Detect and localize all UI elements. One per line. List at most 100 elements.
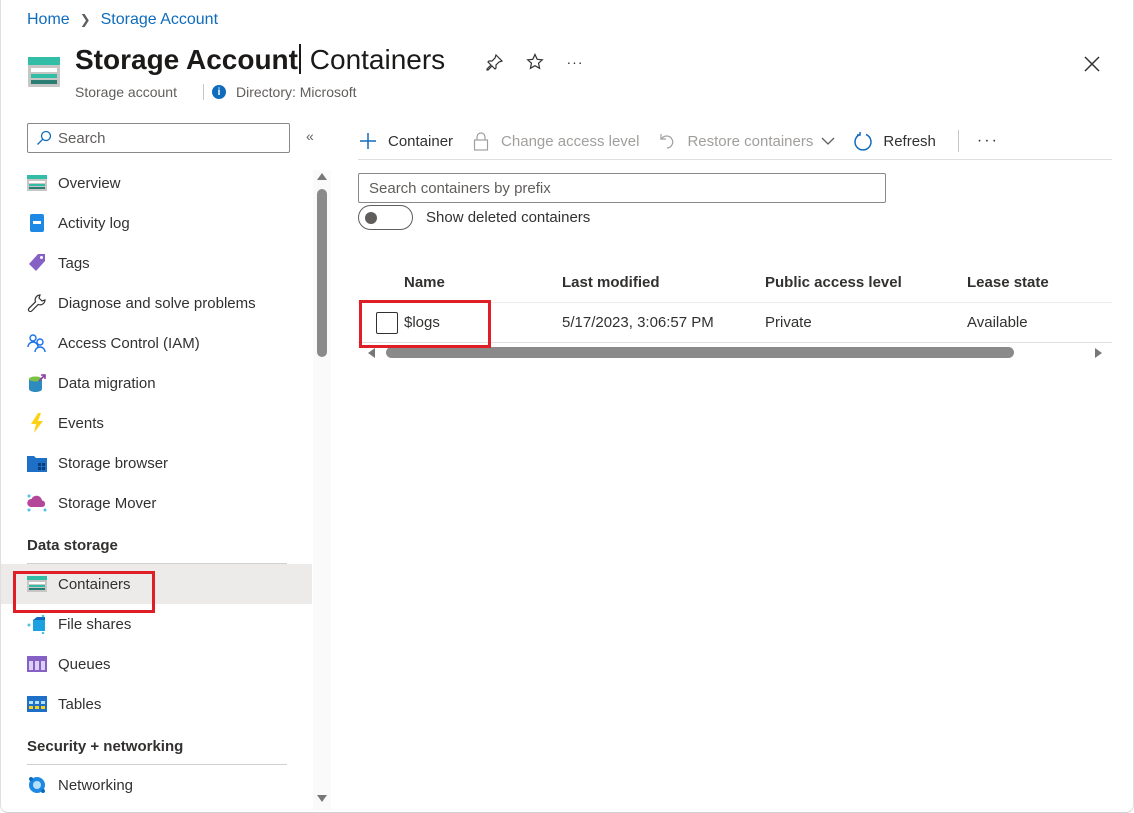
sidebar-item-label: Tags xyxy=(58,254,90,272)
page-title-resource: Storage Account xyxy=(75,44,298,75)
text-cursor xyxy=(299,44,301,74)
last-modified: 5/17/2023, 3:06:57 PM xyxy=(562,314,714,331)
sidebar-search-input[interactable]: Search xyxy=(27,123,290,153)
column-header-name[interactable]: Name xyxy=(404,274,562,291)
storage-account-icon xyxy=(28,57,60,87)
scroll-left-icon[interactable] xyxy=(368,348,375,358)
scroll-up-icon[interactable] xyxy=(317,173,327,180)
directory-label: Directory: Microsoft xyxy=(235,84,357,100)
people-icon xyxy=(27,333,47,353)
restore-containers-button[interactable]: Restore containers xyxy=(657,131,835,151)
column-header-last-modified[interactable]: Last modified xyxy=(562,274,765,291)
lock-icon xyxy=(471,131,491,151)
table-horizontal-scrollbar[interactable] xyxy=(358,345,1112,360)
overview-icon xyxy=(27,173,47,193)
more-commands-icon[interactable]: ··· xyxy=(977,132,999,150)
networking-icon xyxy=(27,775,47,795)
file-shares-icon xyxy=(27,614,47,634)
pin-icon[interactable] xyxy=(485,52,505,72)
toggle-knob xyxy=(365,212,377,224)
page-title: Storage Account Containers xyxy=(75,44,445,76)
sidebar-menu: Overview Activity log Tags Diagnose and … xyxy=(1,163,312,805)
sidebar-item-label: File shares xyxy=(58,615,132,633)
sidebar-search-placeholder: Search xyxy=(58,129,106,147)
more-icon[interactable]: ··· xyxy=(565,52,585,72)
breadcrumb-storage-account[interactable]: Storage Account xyxy=(101,11,218,29)
show-deleted-label: Show deleted containers xyxy=(426,209,591,226)
close-icon[interactable] xyxy=(1082,54,1102,74)
sidebar-item-label: Overview xyxy=(58,174,121,192)
sidebar-item-activity-log[interactable]: Activity log xyxy=(1,203,312,243)
sidebar-item-label: Storage browser xyxy=(58,454,169,472)
divider xyxy=(202,84,204,100)
sidebar-item-containers[interactable]: Containers xyxy=(1,564,312,604)
resource-type: Storage account xyxy=(75,84,177,100)
container-name[interactable]: $logs xyxy=(404,314,562,331)
chevron-right-icon: ❯ xyxy=(79,12,91,27)
scroll-down-icon[interactable] xyxy=(317,795,327,802)
sidebar-item-label: Storage Mover xyxy=(58,494,157,512)
collapse-sidebar-icon[interactable]: « xyxy=(306,128,314,144)
data-migration-icon xyxy=(27,373,47,393)
info-icon: i xyxy=(211,85,226,99)
scroll-right-icon[interactable] xyxy=(1095,348,1102,358)
sidebar-item-storage-browser[interactable]: Storage browser xyxy=(1,443,312,483)
page-title-section: Containers xyxy=(302,44,446,75)
show-deleted-row: Show deleted containers xyxy=(358,205,590,230)
sidebar-item-events[interactable]: Events xyxy=(1,403,312,443)
section-security-networking: Security + networking xyxy=(27,738,184,755)
chevron-down-icon xyxy=(821,133,835,150)
sidebar-scrollbar[interactable] xyxy=(313,170,331,810)
divider xyxy=(957,130,959,152)
undo-icon xyxy=(657,131,677,151)
star-icon[interactable] xyxy=(525,52,545,72)
refresh-label: Refresh xyxy=(883,132,936,150)
containers-table: Name Last modified Public access level L… xyxy=(358,262,1112,343)
blade-frame: Home ❯ Storage Account Storage Account C… xyxy=(0,0,1134,813)
section-data-storage: Data storage xyxy=(27,537,118,554)
sidebar-item-label: Containers xyxy=(58,575,131,593)
change-access-level-button[interactable]: Change access level xyxy=(471,131,639,151)
sidebar-item-label: Data migration xyxy=(58,374,156,392)
scrollbar-thumb[interactable] xyxy=(386,347,1014,358)
command-bar: Container Change access level Restore co… xyxy=(358,123,1112,160)
sidebar-item-data-migration[interactable]: Data migration xyxy=(1,363,312,403)
container-search-input[interactable]: Search containers by prefix xyxy=(358,173,886,203)
sidebar-item-label: Access Control (IAM) xyxy=(58,334,200,352)
scrollbar-thumb[interactable] xyxy=(317,189,327,357)
sidebar-item-networking[interactable]: Networking xyxy=(1,765,312,805)
activity-log-icon xyxy=(27,213,47,233)
sidebar-item-storage-mover[interactable]: Storage Mover xyxy=(1,483,312,523)
table-row[interactable]: $logs 5/17/2023, 3:06:57 PM Private Avai… xyxy=(358,303,1112,343)
sidebar-item-label: Events xyxy=(58,414,104,432)
breadcrumb-home[interactable]: Home xyxy=(27,11,70,29)
containers-icon xyxy=(27,574,47,594)
sidebar: Search « Overview Activity log Tags Diag… xyxy=(1,115,331,813)
queues-icon xyxy=(27,654,47,674)
sidebar-item-iam[interactable]: Access Control (IAM) xyxy=(1,323,312,363)
sidebar-item-overview[interactable]: Overview xyxy=(1,163,312,203)
sidebar-item-label: Activity log xyxy=(58,214,130,232)
refresh-button[interactable]: Refresh xyxy=(853,131,936,151)
sidebar-item-label: Tables xyxy=(58,695,102,713)
refresh-icon xyxy=(853,131,873,151)
tables-icon xyxy=(27,694,47,714)
column-header-public-access[interactable]: Public access level xyxy=(765,274,967,291)
sidebar-item-diagnose[interactable]: Diagnose and solve problems xyxy=(1,283,312,323)
show-deleted-toggle[interactable] xyxy=(358,205,413,230)
sidebar-item-label: Networking xyxy=(58,776,134,794)
sidebar-item-tags[interactable]: Tags xyxy=(1,243,312,283)
add-container-button[interactable]: Container xyxy=(358,131,453,151)
wrench-icon xyxy=(27,293,47,313)
sidebar-item-queues[interactable]: Queues xyxy=(1,644,312,684)
column-header-lease-state[interactable]: Lease state xyxy=(967,274,1112,291)
container-search-placeholder: Search containers by prefix xyxy=(369,179,551,197)
header-actions: ··· xyxy=(485,52,585,72)
subtitle: Storage account i Directory: Microsoft xyxy=(75,84,357,100)
sidebar-item-file-shares[interactable]: File shares xyxy=(1,604,312,644)
lightning-icon xyxy=(27,413,47,433)
row-checkbox[interactable] xyxy=(376,311,398,334)
row-select-cell xyxy=(358,311,404,334)
lease-state: Available xyxy=(967,314,1028,331)
sidebar-item-tables[interactable]: Tables xyxy=(1,684,312,724)
